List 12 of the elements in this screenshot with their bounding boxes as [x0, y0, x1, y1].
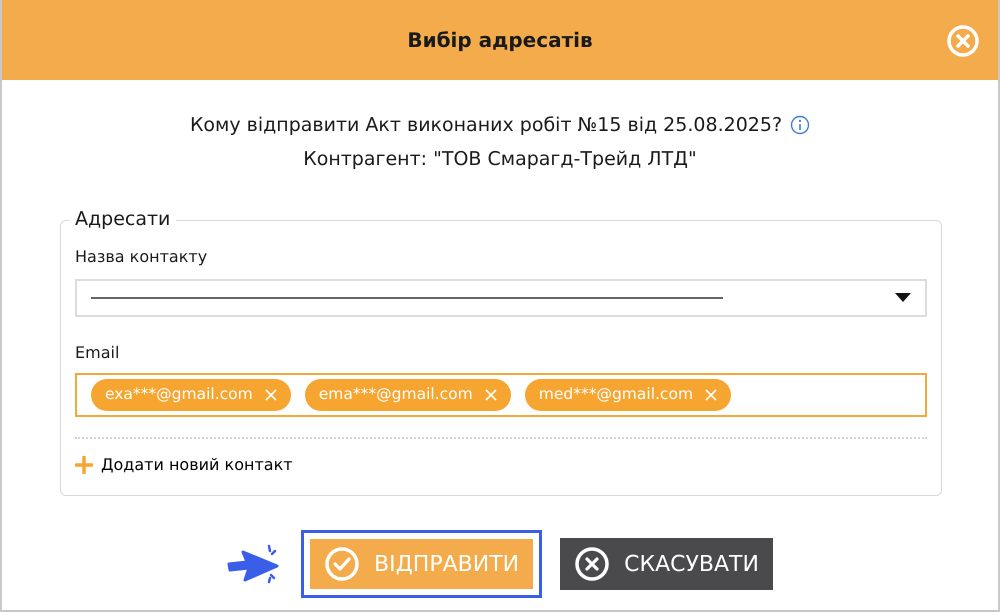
- question-text: Кому відправити Акт виконаних робіт №15 від 25.08.2025?: [190, 113, 782, 138]
- email-chip[interactable]: ema***@gmail.com: [304, 379, 511, 411]
- add-contact-link[interactable]: Додати новий контакт: [75, 453, 293, 477]
- field-label: Назва контакту: [75, 247, 208, 266]
- dialog-title: Вибір адресатів: [407, 28, 593, 52]
- cancel-button[interactable]: СКАСУВАТИ: [560, 538, 773, 590]
- field-label: Email: [75, 343, 120, 362]
- counterparty-text: Контрагент: "ТОВ Смарагд-Трейд ЛТД": [303, 148, 697, 170]
- email-field[interactable]: exa***@gmail.com ema***@gmail.com med***@gmail.com: [75, 373, 927, 417]
- email-chip[interactable]: med***@gmail.com: [524, 379, 732, 411]
- send-button[interactable]: ВІДПРАВИТИ: [301, 530, 542, 598]
- email-chip[interactable]: exa***@gmail.com: [91, 379, 291, 411]
